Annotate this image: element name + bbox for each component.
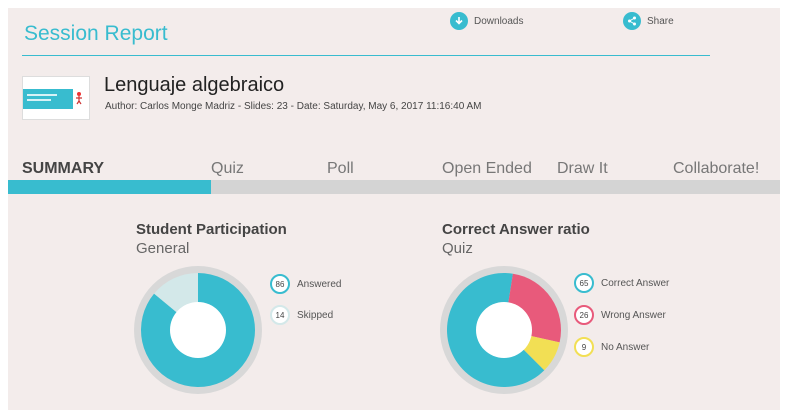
share-label: Share	[647, 15, 674, 27]
no-answer-label: No Answer	[601, 341, 650, 353]
download-icon	[450, 12, 468, 30]
legend-skipped: 14 Skipped	[270, 305, 333, 325]
presentation-meta: Author: Carlos Monge Madriz - Slides: 23…	[105, 101, 482, 112]
downloads-button[interactable]: Downloads	[450, 12, 523, 30]
active-tab-indicator	[8, 180, 211, 194]
tab-draw-it[interactable]: Draw It	[557, 160, 608, 178]
legend-correct: 65 Correct Answer	[574, 273, 669, 293]
correct-label: Correct Answer	[601, 277, 670, 289]
tab-poll[interactable]: Poll	[327, 160, 354, 178]
wrong-count-badge: 26	[574, 305, 594, 325]
tab-summary[interactable]: SUMMARY	[22, 160, 104, 178]
title-divider	[22, 55, 710, 56]
downloads-label: Downloads	[474, 15, 524, 27]
presentation-title: Lenguaje algebraico	[104, 74, 285, 96]
tab-quiz[interactable]: Quiz	[211, 160, 244, 178]
tab-collaborate[interactable]: Collaborate!	[673, 160, 759, 178]
donut-hole	[476, 302, 532, 358]
correct-count-badge: 65	[574, 273, 594, 293]
participation-title: Student Participation	[136, 221, 287, 238]
legend-answered: 86 Answered	[270, 274, 341, 294]
share-button[interactable]: Share	[623, 12, 674, 30]
tab-open-ended[interactable]: Open Ended	[442, 160, 532, 178]
skipped-label: Skipped	[297, 309, 334, 321]
page-title: Session Report	[24, 22, 168, 45]
presentation-thumbnail	[22, 76, 90, 120]
donut-hole	[170, 302, 226, 358]
session-report-panel: Session Report Downloads Share Lenguaje …	[8, 8, 780, 410]
participation-donut-chart	[134, 266, 262, 394]
legend-no-answer: 9 No Answer	[574, 337, 649, 357]
legend-wrong: 26 Wrong Answer	[574, 305, 666, 325]
report-tabs: SUMMARY Quiz Poll Open Ended Draw It Col…	[8, 160, 780, 182]
correct-ratio-donut-chart	[440, 266, 568, 394]
share-icon	[623, 12, 641, 30]
correct-ratio-subtitle: Quiz	[442, 240, 473, 257]
tab-progress-bar	[8, 180, 780, 194]
wrong-label: Wrong Answer	[601, 309, 666, 321]
correct-ratio-title: Correct Answer ratio	[442, 221, 590, 238]
skipped-count-badge: 14	[270, 305, 290, 325]
answered-count-badge: 86	[270, 274, 290, 294]
participation-subtitle: General	[136, 240, 190, 257]
answered-label: Answered	[297, 278, 342, 290]
no-answer-count-badge: 9	[574, 337, 594, 357]
